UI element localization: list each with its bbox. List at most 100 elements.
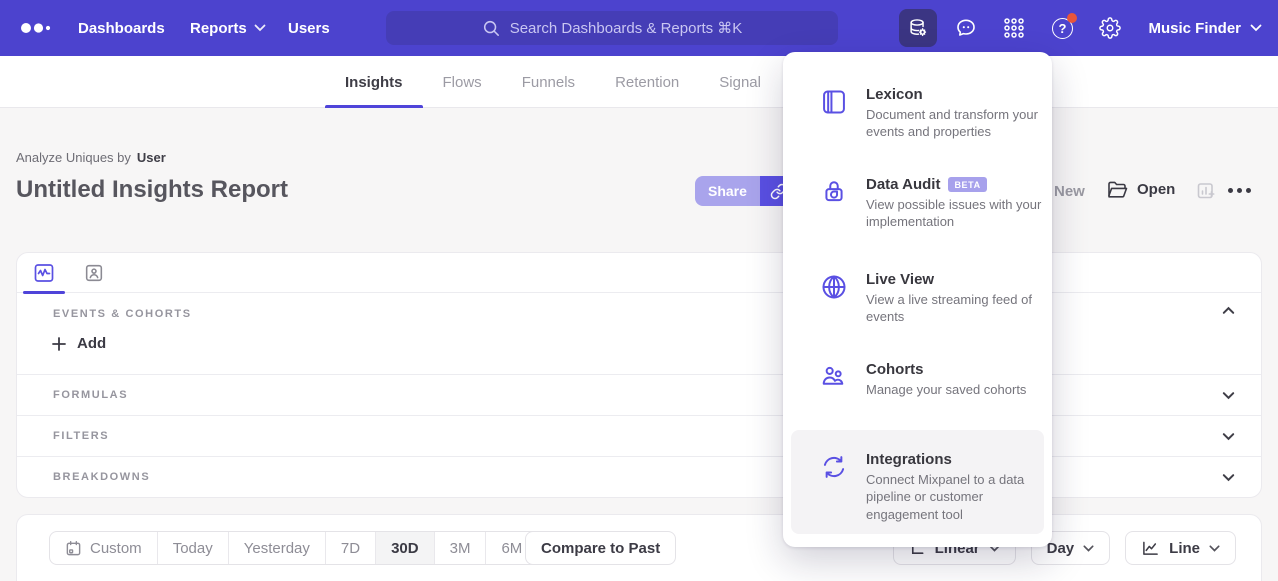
query-builder-card: EVENTS & COHORTS Add FORMULAS FILTERS BR… [16,252,1262,498]
feedback-button[interactable] [942,0,990,56]
chevron-down-icon [1222,473,1235,482]
context-label: Analyze Uniques by [16,150,131,165]
more-options-button[interactable] [1228,188,1251,193]
nav-reports[interactable]: Reports [190,0,266,56]
range-yesterday[interactable]: Yesterday [228,532,325,564]
chevron-down-icon [1222,391,1235,400]
help-button[interactable]: ? [1038,0,1086,56]
menu-item-desc: Document and transform your events and p… [866,106,1048,141]
range-label: 30D [391,540,419,557]
range-3m[interactable]: 3M [434,532,486,564]
section-filters[interactable]: FILTERS [17,415,1261,456]
compare-to-past-button[interactable]: Compare to Past [525,531,676,565]
navbar-right-cluster: ? Music Finder [894,0,1262,56]
new-label: New [1054,183,1085,200]
chevron-up-icon[interactable] [1222,306,1235,315]
open-label: Open [1137,181,1175,198]
section-events-cohorts[interactable]: EVENTS & COHORTS [53,308,192,320]
new-report-button[interactable]: New [1054,183,1085,200]
mixpanel-app: Dashboards Reports Users Search Dashboar… [0,0,1278,581]
tab-signal[interactable]: Signal [699,56,781,108]
menu-item-desc: View a live streaming feed of events [866,291,1048,326]
range-custom[interactable]: Custom [50,532,157,564]
nav-dashboards[interactable]: Dashboards [78,0,165,56]
tab-retention[interactable]: Retention [595,56,699,108]
nav-users[interactable]: Users [288,0,330,56]
menu-item-title: Data Audit [866,176,940,193]
menu-item-title: Integrations [866,451,952,468]
mixpanel-logo-icon[interactable] [20,19,54,37]
more-options-icon [1228,188,1233,193]
beta-badge: BETA [948,177,986,192]
line-chart-icon [1141,540,1160,557]
chart-type-label: Line [1169,540,1200,557]
tab-label: Flows [443,74,482,91]
apps-grid-button[interactable] [990,0,1038,56]
section-formulas[interactable]: FORMULAS [17,374,1261,415]
settings-button[interactable] [1086,0,1134,56]
tab-label: Insights [345,74,403,91]
data-management-dropdown: Lexicon Document and transform your even… [783,52,1052,547]
lexicon-book-icon [820,88,848,116]
data-management-button[interactable] [899,9,937,47]
filters-label: FILTERS [53,430,109,442]
nav-dashboards-label: Dashboards [78,20,165,37]
add-event-button[interactable]: Add [51,335,106,352]
tab-flows[interactable]: Flows [423,56,502,108]
report-title[interactable]: Untitled Insights Report [16,176,288,204]
menu-item-cohorts[interactable]: Cohorts Manage your saved cohorts [783,361,1052,398]
chevron-down-icon [1222,432,1235,441]
chevron-down-icon [1083,545,1094,552]
calendar-icon [65,540,82,557]
context-value[interactable]: User [137,150,166,165]
menu-item-title: Lexicon [866,86,923,103]
data-audit-lock-icon [820,178,848,206]
range-today[interactable]: Today [157,532,228,564]
search-input[interactable]: Search Dashboards & Reports ⌘K [386,11,838,45]
section-breakdowns[interactable]: BREAKDOWNS [17,456,1261,497]
tab-insights[interactable]: Insights [325,56,423,108]
breakdowns-label: BREAKDOWNS [53,471,150,483]
nav-users-label: Users [288,20,330,37]
project-name: Music Finder [1148,20,1241,37]
menu-item-integrations[interactable]: Integrations Connect Mixpanel to a data … [783,451,1052,523]
range-label: Custom [90,540,142,557]
add-label: Add [77,335,106,352]
menu-item-title: Live View [866,271,934,288]
add-to-board-button[interactable] [1196,181,1216,201]
active-tab-underline [325,105,423,108]
search-icon [482,19,500,37]
notification-dot [1067,13,1077,23]
report-context: Analyze Uniques by User [16,150,166,165]
range-label: 3M [450,540,471,557]
cohorts-people-icon [820,363,848,391]
chart-type-dropdown[interactable]: Line [1125,531,1236,565]
help-glyph: ? [1059,21,1067,36]
activity-chart-icon [32,261,56,285]
tab-events-query[interactable] [23,253,65,293]
range-30d[interactable]: 30D [375,532,434,564]
menu-item-live-view[interactable]: Live View View a live streaming feed of … [783,271,1052,326]
menu-item-lexicon[interactable]: Lexicon Document and transform your even… [783,86,1052,141]
tab-label: Funnels [522,74,575,91]
open-report-button[interactable]: Open [1107,180,1175,199]
report-tabstrip: Insights Flows Funnels Retention Signal … [0,56,1278,108]
top-navbar: Dashboards Reports Users Search Dashboar… [0,0,1278,56]
chevron-down-icon [1209,545,1220,552]
tab-profiles-query[interactable] [73,253,115,293]
project-switcher[interactable]: Music Finder [1148,20,1262,37]
range-label: 6M [501,540,522,557]
tab-funnels[interactable]: Funnels [502,56,595,108]
share-button[interactable]: Share [695,176,760,206]
range-7d[interactable]: 7D [325,532,375,564]
menu-item-data-audit[interactable]: Data Audit BETA View possible issues wit… [783,176,1052,231]
folder-icon [1107,180,1128,199]
chart-add-icon [1196,181,1216,201]
chevron-down-icon [254,24,266,32]
range-label: 7D [341,540,360,557]
database-gear-icon [907,17,929,39]
interval-label: Day [1047,540,1075,557]
compare-label: Compare to Past [541,540,660,557]
globe-icon [820,273,848,301]
share-label: Share [708,183,747,199]
